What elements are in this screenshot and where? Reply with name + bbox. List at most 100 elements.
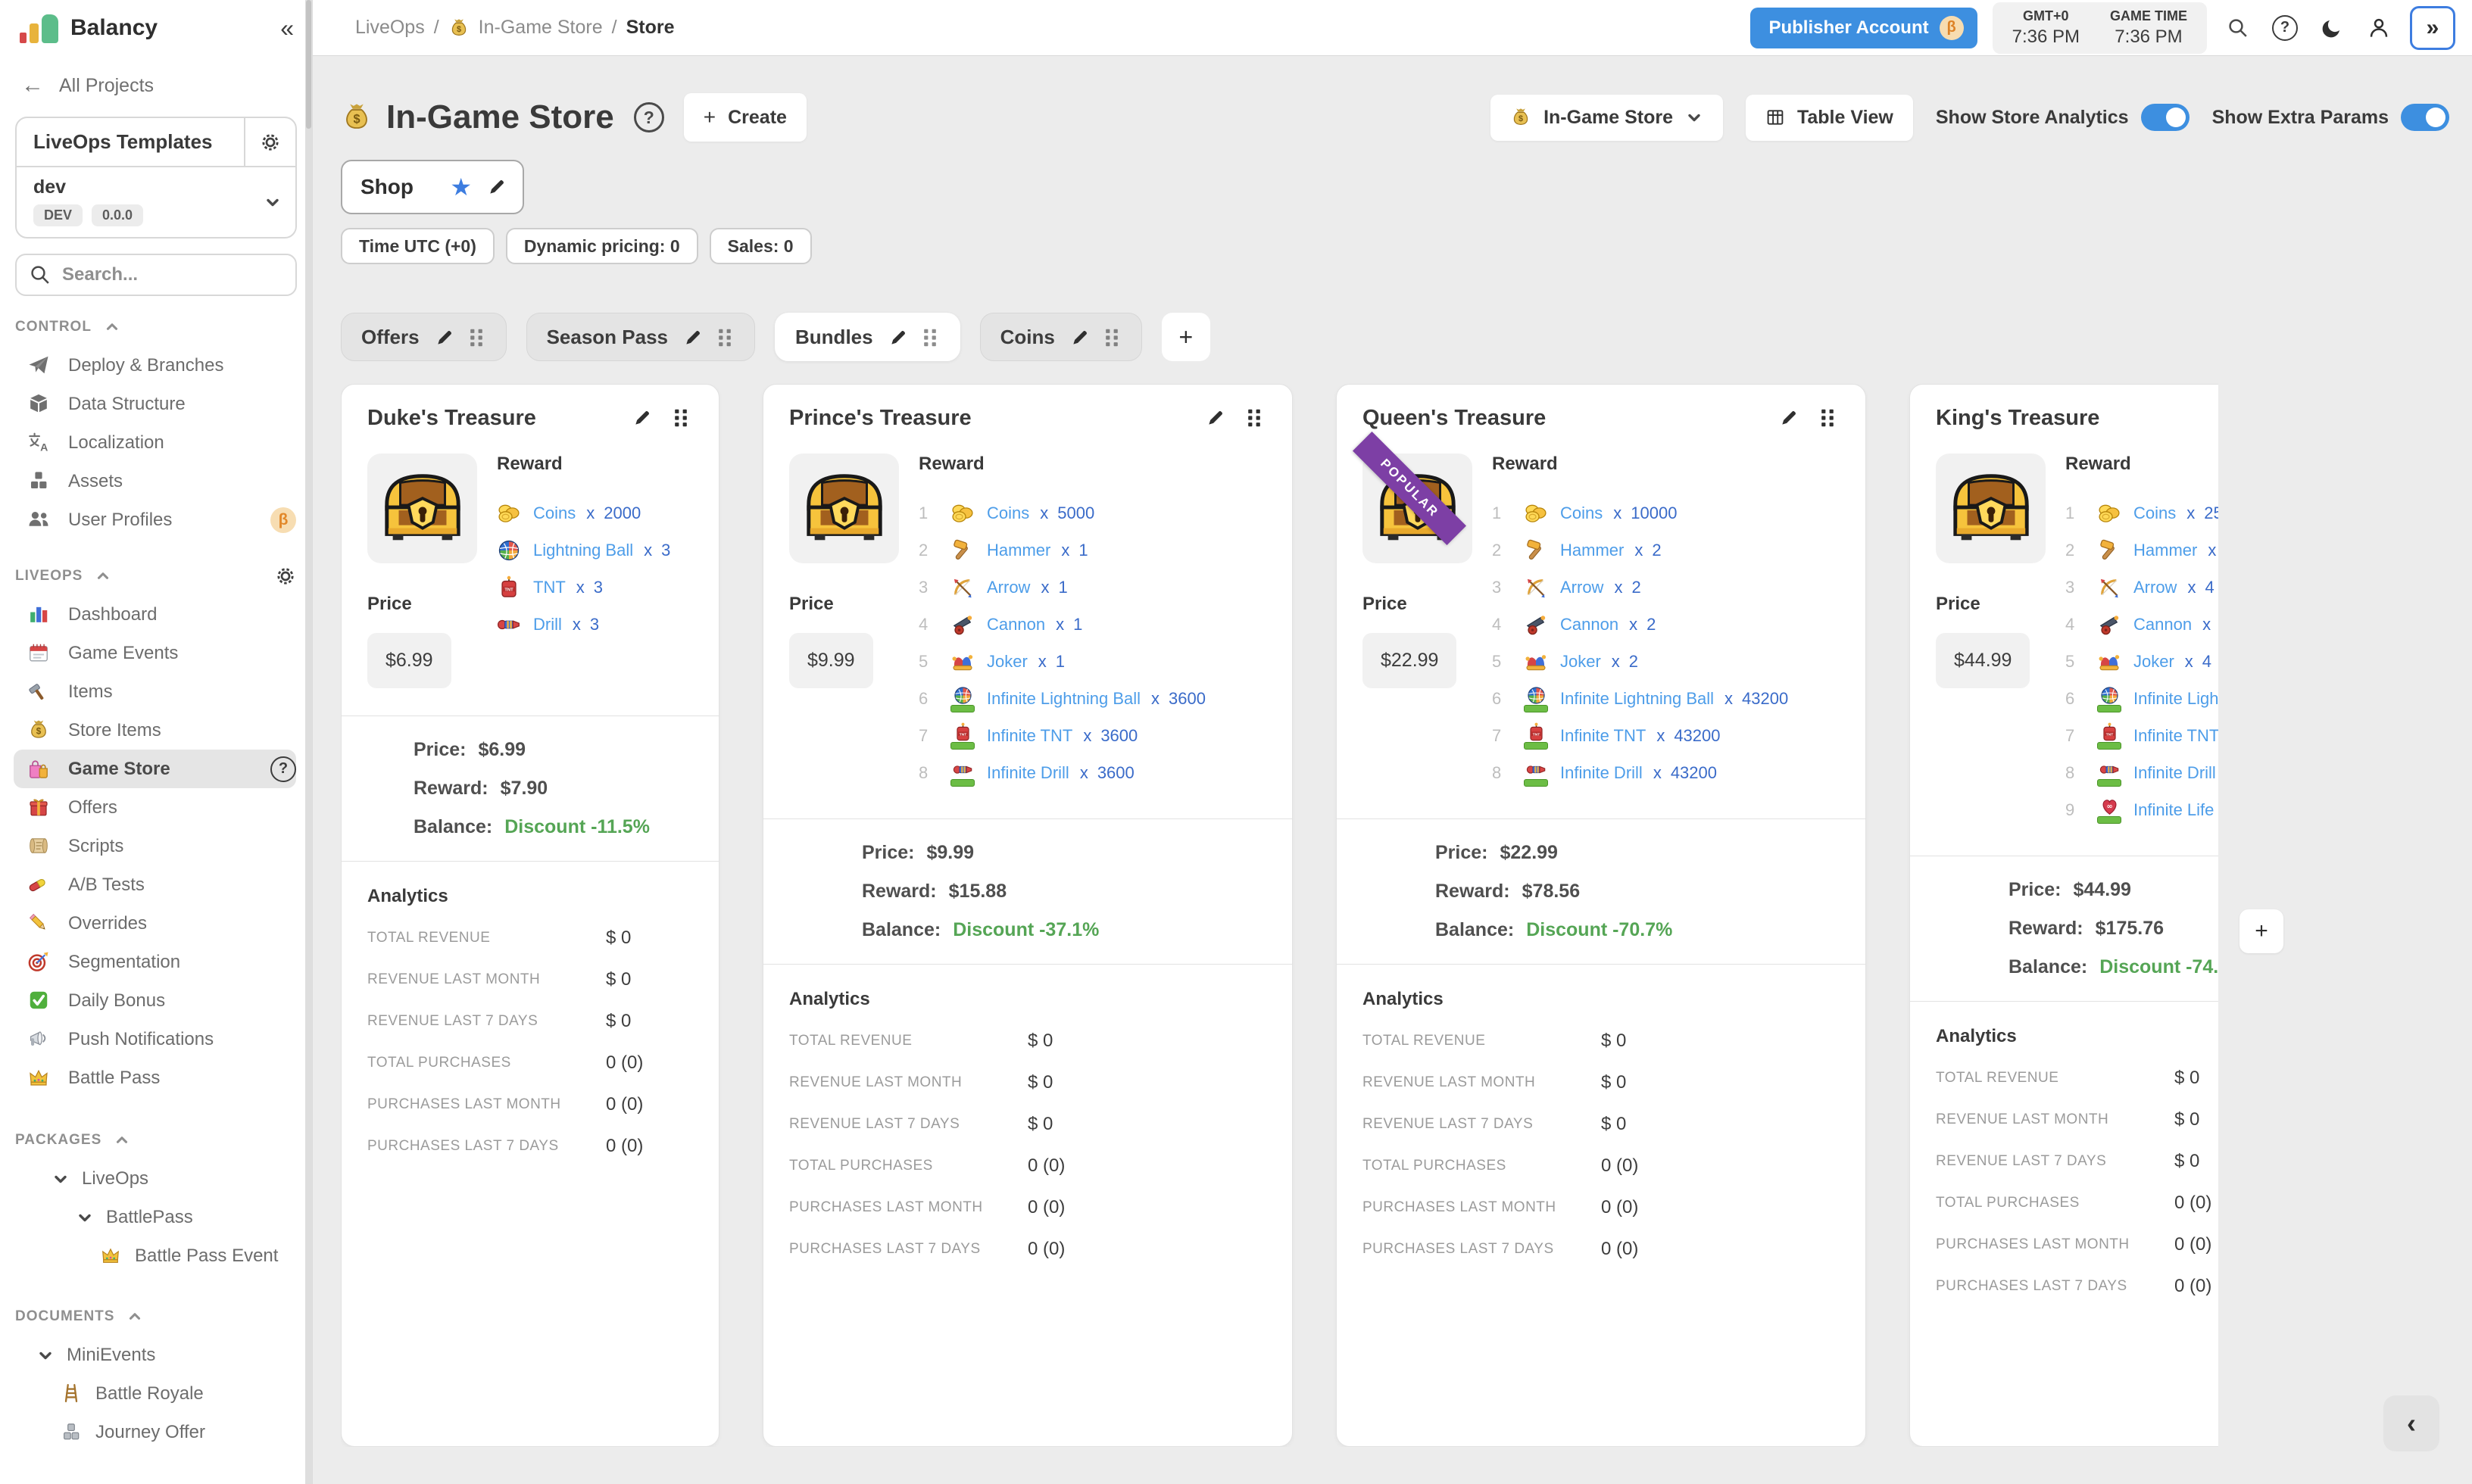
edit-pencil-icon[interactable] <box>1779 408 1799 429</box>
reward-item-link[interactable]: Infinite Drill <box>2133 763 2216 783</box>
star-icon[interactable]: ★ <box>450 173 472 201</box>
breadcrumb-liveops[interactable]: LiveOps <box>355 17 425 39</box>
reward-item-link[interactable]: Infinite Lightning Ball <box>1560 689 1714 709</box>
publisher-account-button[interactable]: Publisher Account β <box>1750 8 1977 48</box>
reward-item-link[interactable]: Hammer <box>2133 541 2197 560</box>
reward-item-link[interactable]: Infinite Lightning Ball <box>987 689 1141 709</box>
edit-pencil-icon[interactable] <box>632 408 653 429</box>
tree-item-liveops[interactable]: LiveOps <box>0 1159 312 1198</box>
section-liveops[interactable]: LIVEOPS <box>0 557 312 595</box>
shop-setting-pill[interactable]: Dynamic pricing: 0 <box>506 228 698 264</box>
sidebar-item-a-b-tests[interactable]: A/B Tests <box>14 865 296 904</box>
section-documents[interactable]: DOCUMENTS <box>0 1298 312 1336</box>
reward-item-link[interactable]: Joker <box>2133 652 2174 672</box>
tree-item-battle-pass-event[interactable]: Battle Pass Event <box>0 1236 312 1275</box>
sidebar-item-user-profiles[interactable]: User Profilesβ <box>14 500 296 539</box>
drag-handle-icon[interactable] <box>673 408 693 429</box>
all-projects-link[interactable]: ← All Projects <box>0 56 312 100</box>
reward-item-link[interactable]: Infinite Life <box>2133 800 2214 820</box>
edit-pencil-icon[interactable] <box>888 328 907 346</box>
reward-item-link[interactable]: TNT <box>533 578 566 597</box>
table-view-button[interactable]: Table View <box>1746 95 1913 141</box>
sidebar-item-offers[interactable]: Offers <box>14 788 296 827</box>
reward-item-link[interactable]: Arrow <box>2133 578 2177 597</box>
tree-item-journey-offer[interactable]: Journey Offer <box>0 1413 312 1451</box>
shop-setting-pill[interactable]: Sales: 0 <box>710 228 812 264</box>
sidebar-item-daily-bonus[interactable]: Daily Bonus <box>14 981 296 1020</box>
reward-item-link[interactable]: Arrow <box>987 578 1030 597</box>
sidebar-item-store-items[interactable]: $Store Items <box>14 711 296 750</box>
sidebar-item-localization[interactable]: ALocalization <box>14 423 296 462</box>
shop-card[interactable]: Shop ★ <box>341 160 524 214</box>
reward-item-link[interactable]: Coins <box>987 504 1029 523</box>
tab-offers[interactable]: Offers <box>341 313 507 361</box>
reward-item-link[interactable]: Infinite Lightning Ball <box>2133 689 2218 709</box>
sidebar-item-game-store[interactable]: Game Store? <box>14 750 296 788</box>
drag-handle-icon[interactable] <box>468 328 486 346</box>
drag-handle-icon[interactable] <box>716 328 735 346</box>
reward-item-link[interactable]: Coins <box>533 504 576 523</box>
show-store-analytics-toggle[interactable] <box>2141 104 2190 131</box>
tree-item-battle-royale[interactable]: Battle Royale <box>0 1374 312 1413</box>
collapse-panel-button[interactable]: ‹ <box>2383 1395 2439 1451</box>
reward-item-link[interactable]: Cannon <box>1560 615 1618 634</box>
tree-item-battlepass[interactable]: BattlePass <box>0 1198 312 1236</box>
drag-handle-icon[interactable] <box>1246 408 1266 429</box>
breadcrumb-store-parent[interactable]: In-Game Store <box>479 17 603 39</box>
reward-item-link[interactable]: Infinite TNT <box>1560 726 1646 746</box>
liveops-settings-icon[interactable] <box>274 565 297 588</box>
section-packages[interactable]: PACKAGES <box>0 1121 312 1159</box>
sidebar-item-segmentation[interactable]: Segmentation <box>14 943 296 981</box>
project-settings-button[interactable] <box>244 118 295 166</box>
tree-item-minievents[interactable]: MiniEvents <box>0 1336 312 1374</box>
reward-item-link[interactable]: Joker <box>1560 652 1601 672</box>
sidebar-item-game-events[interactable]: Game Events <box>14 634 296 672</box>
store-selector-dropdown[interactable]: $ In-Game Store <box>1490 95 1723 141</box>
reward-item-link[interactable]: Joker <box>987 652 1028 672</box>
reward-item-link[interactable]: Infinite Drill <box>987 763 1069 783</box>
reward-item-link[interactable]: Cannon <box>987 615 1045 634</box>
reward-item-link[interactable]: Infinite TNT <box>2133 726 2218 746</box>
sidebar-item-assets[interactable]: Assets <box>14 462 296 500</box>
reward-item-link[interactable]: Hammer <box>1560 541 1624 560</box>
reward-item-link[interactable]: Coins <box>2133 504 2176 523</box>
edit-pencil-icon[interactable] <box>1206 408 1226 429</box>
sidebar-item-items[interactable]: Items <box>14 672 296 711</box>
drag-handle-icon[interactable] <box>922 328 940 346</box>
sidebar-item-scripts[interactable]: Scripts <box>14 827 296 865</box>
sidebar-item-data-structure[interactable]: Data Structure <box>14 385 296 423</box>
sidebar-item-battle-pass[interactable]: Battle Pass <box>14 1058 296 1097</box>
sidebar-item-dashboard[interactable]: Dashboard <box>14 595 296 634</box>
tab-coins[interactable]: Coins <box>980 313 1142 361</box>
account-button[interactable] <box>2363 12 2395 44</box>
reward-item-link[interactable]: Infinite Drill <box>1560 763 1643 783</box>
page-help-icon[interactable]: ? <box>634 102 664 132</box>
expand-panel-button[interactable]: » <box>2410 6 2455 50</box>
reward-item-link[interactable]: Coins <box>1560 504 1603 523</box>
create-button[interactable]: + Create <box>684 93 807 142</box>
edit-pencil-icon[interactable] <box>683 328 701 346</box>
reward-item-link[interactable]: Infinite TNT <box>987 726 1072 746</box>
edit-pencil-icon[interactable] <box>435 328 453 346</box>
reward-item-link[interactable]: Cannon <box>2133 615 2192 634</box>
dark-mode-button[interactable] <box>2316 12 2348 44</box>
sidebar-item-push-notifications[interactable]: Push Notifications <box>14 1020 296 1058</box>
help-icon[interactable]: ? <box>270 756 296 782</box>
reward-item-link[interactable]: Lightning Ball <box>533 541 633 560</box>
sidebar-item-overrides[interactable]: Overrides <box>14 904 296 943</box>
search-button[interactable] <box>2222 12 2254 44</box>
section-control[interactable]: CONTROL <box>0 308 312 346</box>
reward-item-link[interactable]: Drill <box>533 615 562 634</box>
sidebar-scrollbar[interactable] <box>305 0 312 1484</box>
help-button[interactable]: ? <box>2269 12 2301 44</box>
reward-item-link[interactable]: Arrow <box>1560 578 1603 597</box>
shop-setting-pill[interactable]: Time UTC (+0) <box>341 228 495 264</box>
branch-selector[interactable]: dev DEV 0.0.0 <box>17 167 295 237</box>
search-input[interactable] <box>62 264 297 285</box>
add-slot-button[interactable]: + <box>2239 909 2283 953</box>
edit-pencil-icon[interactable] <box>487 177 507 198</box>
edit-pencil-icon[interactable] <box>1070 328 1088 346</box>
add-tab-button[interactable]: + <box>1162 313 1210 361</box>
sidebar-collapse-icon[interactable]: « <box>280 14 294 42</box>
drag-handle-icon[interactable] <box>1819 408 1840 429</box>
